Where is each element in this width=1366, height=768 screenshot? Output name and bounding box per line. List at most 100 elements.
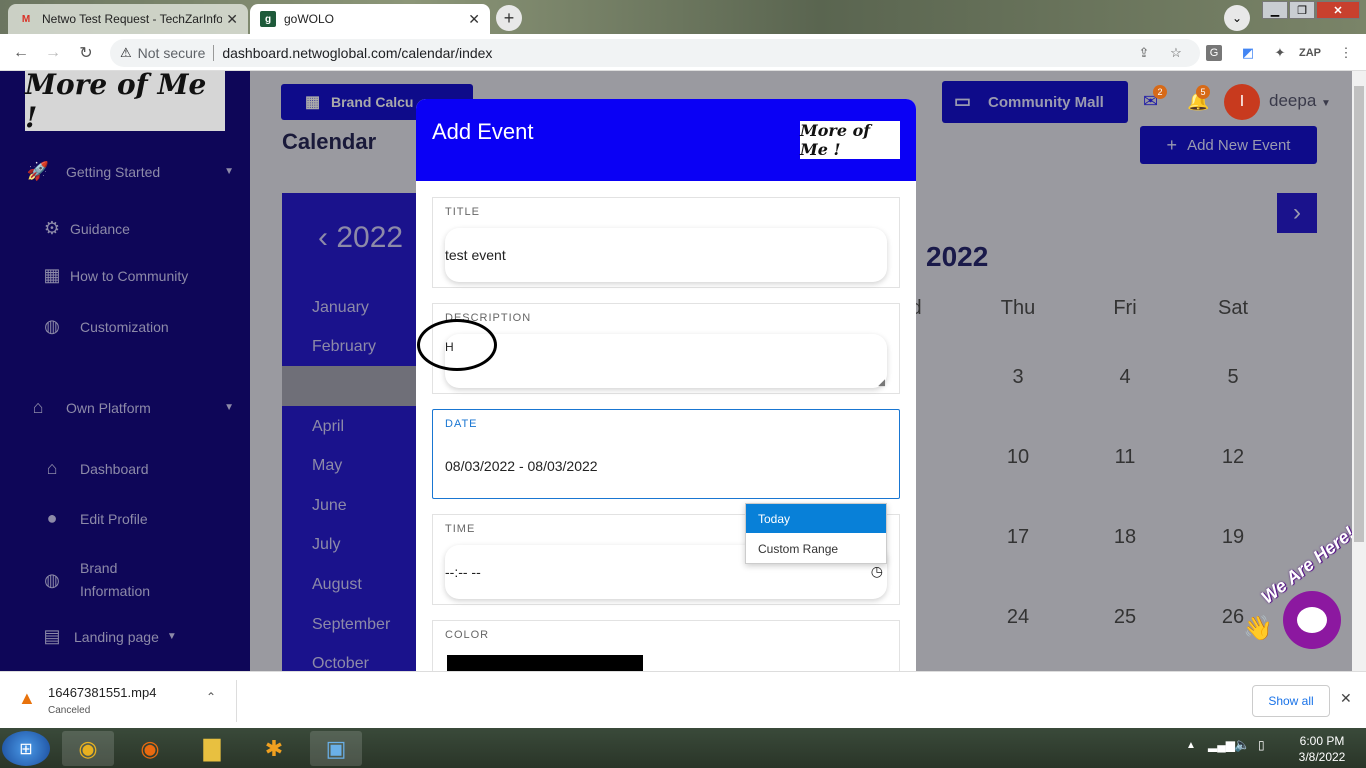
menu-icon[interactable]: ⋮	[1336, 43, 1356, 63]
resize-handle-icon[interactable]: ◢	[878, 377, 885, 388]
sidebar-item-label: Own Platform	[66, 399, 151, 416]
separator	[213, 45, 215, 61]
username-dropdown[interactable]: deepa ▼	[1269, 91, 1331, 111]
extension-g-icon[interactable]: G	[1206, 45, 1222, 61]
month-february[interactable]: February	[312, 338, 376, 356]
month-september[interactable]: September	[312, 616, 390, 634]
title-input[interactable]: test event	[445, 228, 887, 282]
extension-zap-icon[interactable]: ZAP	[1299, 43, 1321, 63]
color-picker[interactable]	[447, 655, 643, 671]
month-june[interactable]: June	[312, 497, 347, 515]
sidebar-item-brand-information[interactable]: ◍ Brand Information	[38, 557, 248, 603]
sidebar-item-guidance[interactable]: ⚙ Guidance	[38, 218, 248, 239]
app-taskbar-icon[interactable]: ✱	[248, 731, 300, 766]
new-tab-button[interactable]: +	[496, 5, 522, 31]
sidebar-item-edit-profile[interactable]: ● Edit Profile	[38, 508, 248, 529]
chrome-taskbar-icon[interactable]: ◉	[62, 731, 114, 766]
url-field[interactable]: ⚠ Not secure dashboard.netwoglobal.com/c…	[110, 39, 1200, 67]
month-july[interactable]: July	[312, 536, 340, 554]
chat-button[interactable]	[1283, 591, 1341, 649]
day-cell[interactable]: 12	[1203, 446, 1263, 469]
month-august[interactable]: August	[312, 576, 362, 594]
month-january[interactable]: January	[312, 299, 369, 317]
month-may[interactable]: May	[312, 457, 342, 475]
sidebar-item-getting-started[interactable]: 🚀 Getting Started ▼	[24, 161, 234, 182]
date-range-input[interactable]: 08/03/2022 - 08/03/2022	[445, 458, 598, 474]
sidebar-item-how-to-community[interactable]: ▦ How to Community	[38, 265, 248, 286]
chevron-up-icon[interactable]: ⌃	[206, 690, 216, 704]
day-cell[interactable]: 4	[1095, 366, 1155, 389]
clock-icon[interactable]: ◷	[871, 563, 883, 580]
day-cell[interactable]: 19	[1203, 526, 1263, 549]
year-selector[interactable]: ‹ 2022	[318, 221, 403, 255]
gmail-icon: M	[21, 13, 31, 25]
chat-bubble-icon	[1297, 607, 1327, 633]
chevron-right-icon[interactable]: ›	[1277, 193, 1317, 233]
share-icon[interactable]: ⇪	[1134, 43, 1154, 63]
forward-icon[interactable]: →	[42, 42, 64, 64]
sidebar-item-label: How to Community	[70, 267, 189, 284]
taskbar-clock[interactable]: 6:00 PM 3/8/2022	[1282, 733, 1362, 765]
tab-title: goWOLO	[284, 12, 335, 26]
battery-icon[interactable]: ▯	[1258, 738, 1265, 752]
modal-header: Add Event More of Me !	[416, 99, 916, 181]
day-cell[interactable]: 10	[988, 446, 1048, 469]
selected-month[interactable]	[282, 366, 416, 406]
annotation-circle	[417, 319, 497, 371]
download-filename[interactable]: 16467381551.mp4	[48, 685, 156, 700]
month-april[interactable]: April	[312, 418, 344, 436]
day-cell[interactable]: 3	[988, 366, 1048, 389]
network-icon[interactable]: ▂▄▆	[1208, 738, 1235, 752]
close-tab-icon[interactable]: ✕	[468, 11, 480, 28]
back-icon[interactable]: ←	[10, 42, 32, 64]
day-cell[interactable]: 24	[988, 606, 1048, 629]
tab-gowolo[interactable]: g goWOLO ✕	[250, 4, 490, 34]
reload-icon[interactable]: ↻	[75, 42, 97, 64]
extensions-puzzle-icon[interactable]: ✦	[1270, 43, 1290, 63]
sidebar-item-landing-page[interactable]: ▤ Landing page ▼	[38, 626, 248, 647]
day-cell[interactable]: 17	[988, 526, 1048, 549]
day-header: Sat	[1217, 297, 1249, 319]
firefox-taskbar-icon[interactable]: ◉	[124, 731, 176, 766]
option-today[interactable]: Today	[746, 504, 886, 533]
scrollbar-thumb[interactable]	[1354, 86, 1364, 542]
day-cell[interactable]: 25	[1095, 606, 1155, 629]
waving-hand-icon: 👋	[1243, 615, 1273, 642]
clock-time: 6:00 PM	[1299, 734, 1345, 748]
day-cell[interactable]: 18	[1095, 526, 1155, 549]
day-header: Fri	[1113, 297, 1137, 319]
start-button[interactable]: ⊞	[2, 731, 50, 766]
window-close-button[interactable]: ✕	[1316, 1, 1360, 19]
sidebar-item-customization[interactable]: ◍ Customization	[38, 316, 248, 337]
day-cell[interactable]: 11	[1095, 446, 1155, 469]
sidebar-item-dashboard[interactable]: ⌂ Dashboard	[38, 458, 248, 479]
brand-logo[interactable]: More of Me !	[25, 71, 225, 134]
sidebar-item-label: Dashboard	[80, 460, 149, 477]
maximize-button[interactable]: ❐	[1289, 1, 1315, 19]
month-october[interactable]: October	[312, 655, 369, 671]
tab-gmail[interactable]: M Netwo Test Request - TechZarInfo ✕	[8, 4, 248, 34]
explorer-taskbar-icon[interactable]: ▇	[186, 731, 238, 766]
tab-search-icon[interactable]: ⌄	[1224, 5, 1250, 31]
sidebar-item-own-platform[interactable]: ⌂ Own Platform ▼	[24, 397, 234, 418]
avatar[interactable]: I	[1224, 84, 1260, 120]
mail-badge: 2	[1153, 85, 1167, 99]
close-tab-icon[interactable]: ✕	[226, 11, 238, 28]
close-icon[interactable]: ✕	[1340, 690, 1352, 707]
gowolo-icon: g	[260, 11, 276, 27]
day-cell[interactable]: 5	[1203, 366, 1263, 389]
option-custom-range[interactable]: Custom Range	[746, 534, 886, 563]
tray-arrow-icon[interactable]: ▲	[1186, 740, 1196, 751]
add-new-event-button[interactable]: + Add New Event	[1140, 126, 1317, 164]
extension-google-icon[interactable]: ◩	[1238, 43, 1258, 63]
minimize-button[interactable]: ▁	[1262, 1, 1288, 19]
star-icon[interactable]: ☆	[1166, 43, 1186, 63]
volume-icon[interactable]: 🔈	[1234, 737, 1250, 753]
description-textarea[interactable]: H ◢	[445, 334, 887, 388]
chevron-left-icon[interactable]: ‹	[318, 221, 336, 254]
download-status: Canceled	[48, 705, 91, 716]
community-mall-button[interactable]: ▭ Community Mall	[942, 81, 1128, 123]
photo-taskbar-icon[interactable]: ▣	[310, 731, 362, 766]
caret-down-icon: ▼	[166, 631, 177, 642]
show-all-button[interactable]: Show all	[1252, 685, 1330, 717]
